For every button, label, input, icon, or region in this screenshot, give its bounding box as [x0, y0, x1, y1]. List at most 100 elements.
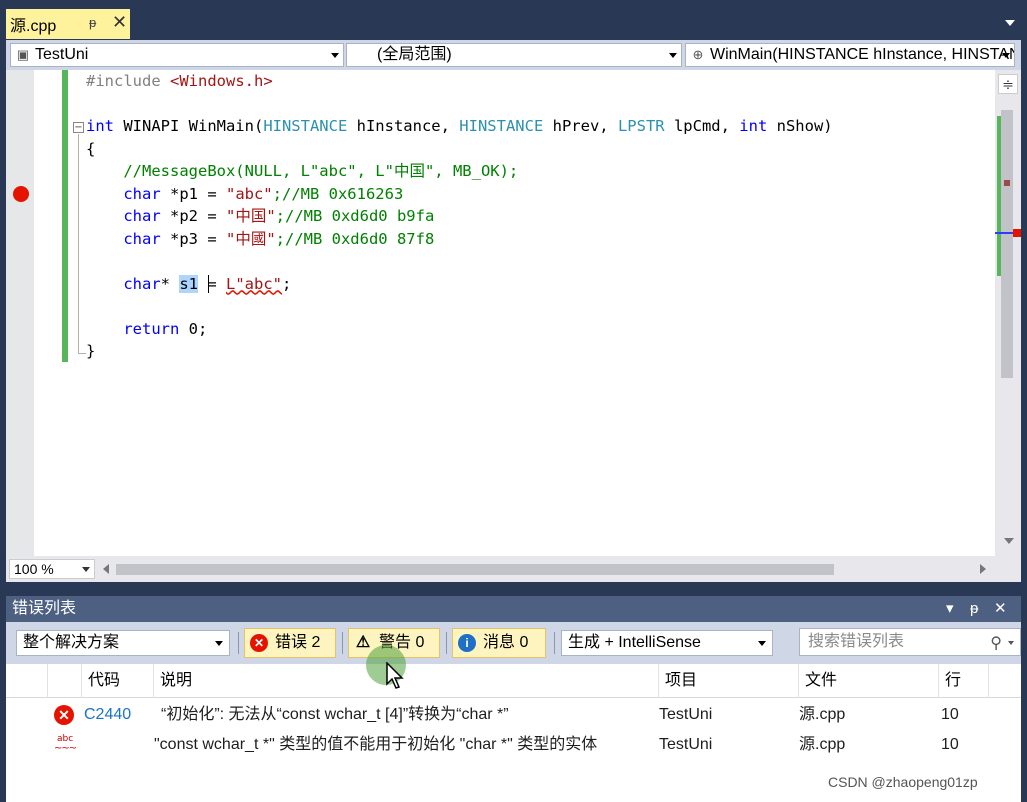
scroll-down-arrow-icon[interactable]: [1004, 538, 1014, 544]
error-icon: ✕: [54, 705, 74, 725]
error-icon: ✕: [250, 634, 268, 652]
close-tab-icon[interactable]: ✕: [112, 12, 127, 33]
code-line-return: return 0;: [86, 318, 833, 341]
code-line-p2: char *p2 = "中国";//MB 0xd6d0 b9fa: [86, 205, 833, 228]
code-line-close-brace: }: [86, 340, 833, 363]
scope-filter-value: 整个解决方案: [23, 634, 120, 651]
toolbar-separator: [342, 632, 343, 654]
project-dropdown[interactable]: ▣ TestUni: [10, 43, 344, 67]
error-file: 源.cpp: [799, 706, 846, 723]
source-filter-dropdown[interactable]: 生成 + IntelliSense: [561, 630, 773, 656]
search-placeholder: 搜索错误列表: [808, 633, 905, 650]
errors-filter-toggle[interactable]: ✕ 错误 2: [244, 628, 336, 658]
keyword-token: char: [123, 207, 161, 225]
pin-icon[interactable]: ᵽ: [970, 596, 978, 622]
header-line[interactable]: 行: [939, 664, 989, 698]
code-line-s1: char* s1 = L"abc";: [86, 273, 833, 296]
scope-dropdown-value: (全局范围): [377, 46, 452, 63]
keyword-token: return: [123, 319, 180, 338]
comment-token: //MessageBox(NULL, L"abc", L"中国", MB_OK)…: [123, 162, 519, 180]
member-dropdown[interactable]: ⊕ WinMain(HINSTANCE hInstance, HINSTANCE …: [685, 43, 1015, 67]
scrollbar-error-marker: [1013, 229, 1021, 237]
horizontal-scrollbar-thumb[interactable]: [116, 564, 834, 575]
scrollbar-change-marker: [997, 116, 1001, 276]
outline-guide-end: [78, 353, 86, 354]
code-editor[interactable]: − #include <Windows.h> int WINAPI WinMai…: [6, 70, 1021, 556]
keyword-token: char: [123, 184, 161, 203]
identifier-token: WINAPI WinMain(: [123, 117, 264, 135]
identifier-token: *p3 =: [160, 229, 226, 248]
keyword-token: char: [123, 274, 161, 293]
text-caret: [208, 275, 209, 293]
error-list-header: 代码 说明 项目 文件 行: [6, 664, 1021, 698]
string-token: "abc": [225, 184, 273, 203]
error-list-title-bar: 错误列表 ▾ ᵽ ✕: [6, 596, 1021, 622]
header-file[interactable]: 文件: [799, 664, 939, 698]
header-blank-cell: [6, 664, 48, 698]
code-line-open-brace: {: [86, 138, 833, 161]
scope-filter-dropdown[interactable]: 整个解决方案: [16, 630, 230, 656]
source-filter-value: 生成 + IntelliSense: [568, 634, 701, 651]
warning-icon: ⚠: [355, 634, 371, 651]
table-row[interactable]: abc ~~~ "const wchar_t *" 类型的值不能用于初始化 "ch…: [6, 730, 1021, 760]
info-icon: i: [458, 634, 476, 652]
scroll-left-arrow-icon[interactable]: [103, 564, 109, 574]
document-tab-title: 源.cpp: [10, 18, 57, 35]
preprocessor-token: #include: [86, 72, 170, 90]
project-icon: ▣: [16, 47, 30, 62]
error-code-link[interactable]: C2440: [84, 700, 131, 730]
comment-token: ;//MB 0xd6d0 b9fa: [275, 207, 435, 225]
code-line-winmain-signature: int WINAPI WinMain(HINSTANCE hInstance, …: [86, 115, 833, 138]
table-row[interactable]: ✕ C2440 “初始化”: 无法从“const wchar_t [4]”转换为…: [6, 700, 1021, 730]
keyword-token: int: [86, 117, 124, 135]
type-token: LPSTR: [617, 117, 665, 135]
header-project[interactable]: 项目: [659, 664, 799, 698]
tab-overflow-chevron-icon[interactable]: [1005, 20, 1015, 26]
close-panel-icon[interactable]: ✕: [994, 596, 1007, 622]
comment-token: ;//MB 0xd6d0 87f8: [275, 229, 435, 248]
identifier-token: hInstance,: [347, 117, 460, 135]
editor-vertical-scrollbar[interactable]: ≑: [995, 70, 1021, 556]
error-list-search-input[interactable]: 搜索错误列表 ⚲: [799, 628, 1021, 656]
watermark: CSDN @zhaopeng01zp: [828, 774, 978, 790]
type-token: HINSTANCE: [459, 117, 544, 135]
mouse-pointer-icon: [386, 662, 404, 689]
breakpoint-icon[interactable]: [13, 186, 29, 202]
identifier-token: nShow): [767, 117, 833, 135]
zoom-dropdown[interactable]: 100 %: [9, 559, 95, 579]
toolbar-separator: [446, 632, 447, 654]
document-tab-source-cpp[interactable]: 源.cpp ᵽ ✕: [6, 9, 130, 39]
scrollbar-thumb[interactable]: [1001, 110, 1013, 378]
scope-dropdown[interactable]: (全局范围): [346, 43, 682, 67]
type-token: HINSTANCE: [263, 117, 348, 135]
document-tab-strip: 源.cpp ᵽ ✕: [0, 0, 1027, 40]
code-line-p3: char *p3 = "中國";//MB 0xd6d0 87f8: [86, 228, 833, 251]
include-path-token: <Windows.h>: [170, 72, 273, 90]
panel-menu-icon[interactable]: ▾: [946, 596, 954, 622]
chevron-down-icon: [82, 567, 90, 572]
indicator-margin[interactable]: [6, 70, 34, 556]
messages-filter-label: 消息 0: [483, 634, 529, 651]
error-project: TestUni: [659, 706, 713, 723]
chevron-down-icon: [1002, 53, 1010, 58]
scrollbar-breakpoint-marker: [1004, 180, 1010, 186]
identifier-token: *p1 =: [160, 184, 226, 203]
messages-filter-toggle[interactable]: i 消息 0: [452, 628, 546, 658]
pin-icon[interactable]: ᵽ: [89, 15, 96, 30]
error-list-toolbar: 整个解决方案 ✕ 错误 2 ⚠ 警告 0 i 消息 0 生成 + Intelli…: [6, 622, 1021, 664]
selected-identifier: s1: [179, 274, 198, 293]
error-line: 10: [941, 736, 959, 753]
code-text[interactable]: #include <Windows.h> int WINAPI WinMain(…: [86, 70, 833, 363]
code-line-include: #include <Windows.h>: [86, 70, 833, 93]
chevron-down-icon[interactable]: [1008, 641, 1014, 645]
brace-token: {: [86, 139, 96, 158]
change-tracking-bar: [62, 70, 68, 362]
split-window-icon[interactable]: ≑: [998, 74, 1018, 94]
outline-collapse-icon[interactable]: −: [73, 122, 84, 133]
header-description[interactable]: 说明: [154, 664, 659, 698]
scroll-right-arrow-icon[interactable]: [980, 564, 986, 574]
header-code[interactable]: 代码: [82, 664, 154, 698]
zoom-value: 100 %: [14, 561, 54, 577]
